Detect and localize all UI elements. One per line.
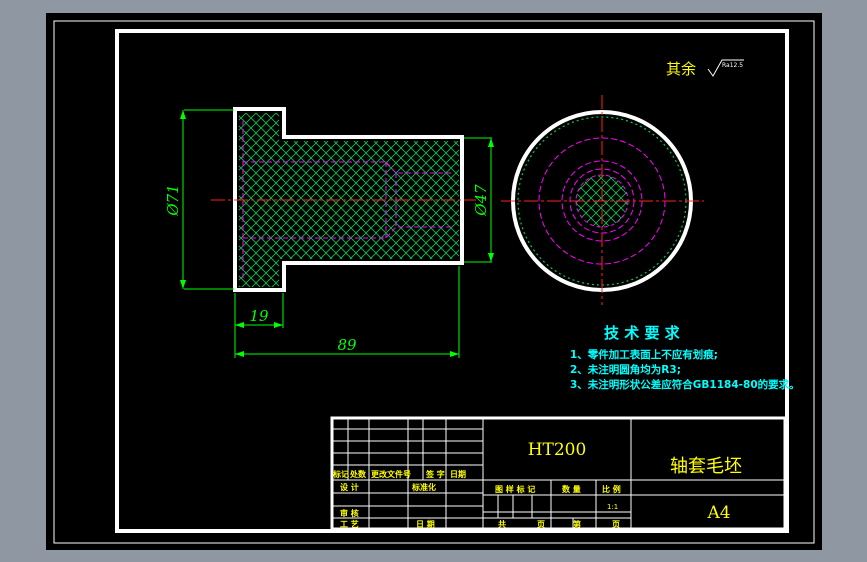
front-view[interactable] (211, 107, 476, 292)
tech-requirement-1: 1、零件加工表面上不应有划痕; (570, 348, 718, 361)
surface-roughness-value: Ra12.5 (722, 62, 743, 69)
tech-requirements[interactable]: 技 术 要 求 1、零件加工表面上不应有划痕; 2、未注明圆角均为R3; 3、未… (570, 324, 800, 391)
dimension-outer-diameter-label: Ø71 (164, 184, 182, 216)
tb-label-ratio: 比 例 (602, 484, 621, 494)
tb-label-mark: 标记 (332, 469, 349, 479)
tb-part-name: 轴套毛坯 (670, 456, 742, 477)
tb-label-sign: 签 字 (425, 469, 445, 479)
dimension-flange-width-label: 19 (249, 307, 269, 325)
tb-label-change-doc: 更改文件号 (371, 469, 411, 479)
tb-label-review: 审 核 (340, 508, 359, 518)
dimension-total-length-label: 89 (337, 336, 357, 354)
tb-label-count: 处数 (349, 469, 367, 479)
tb-label-design: 设 计 (340, 482, 359, 492)
tb-label-total: 共 (498, 519, 506, 529)
surface-roughness-note[interactable]: 其余 Ra12.5 (666, 59, 744, 78)
drawing-canvas[interactable]: Ø71 Ø47 19 89 其余 Ra12.5 技 术 要 求 1、零件加工表面… (46, 13, 822, 550)
tb-material: HT200 (528, 440, 587, 460)
tb-label-number: 第 (573, 519, 581, 529)
tb-label-date2: 日 期 (416, 519, 435, 529)
tb-label-stage-mark: 图 样 标 记 (495, 484, 535, 494)
cad-viewport[interactable]: Ø71 Ø47 19 89 其余 Ra12.5 技 术 要 求 1、零件加工表面… (46, 13, 822, 550)
tb-scale: 1:1 (607, 503, 618, 511)
tb-label-process: 工 艺 (340, 519, 359, 529)
title-block[interactable]: 标记 处数 更改文件号 签 字 日期 设 计 标准化 审 核 工 艺 日 期 H… (330, 416, 787, 531)
tech-requirements-title: 技 术 要 求 (604, 324, 681, 342)
tb-label-quantity: 数 量 (562, 484, 581, 494)
tb-label-date: 日期 (450, 469, 466, 479)
tb-label-sheet: 页 (537, 520, 545, 529)
dimension-flange-width[interactable]: 19 (234, 293, 284, 358)
dimension-inner-diameter-label: Ø47 (472, 184, 490, 217)
tb-label-page: 页 (612, 520, 620, 529)
surface-roughness-prefix: 其余 (666, 60, 696, 78)
tech-requirement-3: 3、未注明形状公差应符合GB1184-80的要求。 (570, 378, 800, 391)
tb-label-standardize: 标准化 (411, 482, 436, 492)
tech-requirement-2: 2、未注明圆角均为R3; (570, 363, 681, 376)
tb-sheet-size: A4 (706, 503, 730, 523)
side-view[interactable] (501, 95, 704, 305)
